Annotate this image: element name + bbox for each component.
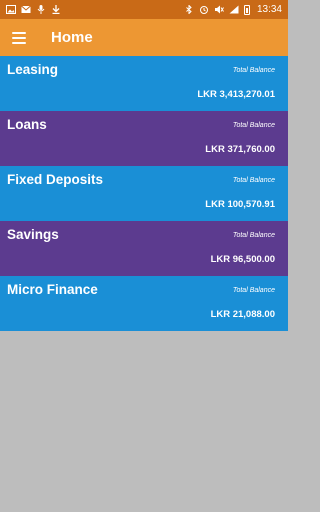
account-name: Fixed Deposits xyxy=(7,172,104,187)
total-balance-caption: Total Balance xyxy=(232,67,275,74)
account-card-micro-finance[interactable]: Micro Finance Total Balance LKR 21,088.0… xyxy=(0,276,288,331)
status-right: 13:34 xyxy=(184,4,282,15)
account-name: Leasing xyxy=(7,62,59,77)
status-bar: 13:34 xyxy=(0,0,288,19)
account-name: Loans xyxy=(7,117,47,132)
account-balance: LKR 3,413,270.01 xyxy=(197,89,275,100)
total-balance-caption: Total Balance xyxy=(232,232,275,239)
status-time: 13:34 xyxy=(256,4,282,15)
battery-icon xyxy=(243,4,250,15)
app-bar: Home xyxy=(0,19,288,56)
account-card-fixed-deposits[interactable]: Fixed Deposits Total Balance LKR 100,570… xyxy=(0,166,288,221)
account-list: Leasing Total Balance LKR 3,413,270.01 L… xyxy=(0,56,288,331)
account-name: Savings xyxy=(7,227,59,242)
account-balance: LKR 371,760.00 xyxy=(205,144,275,155)
account-balance: LKR 21,088.00 xyxy=(210,309,275,320)
status-left xyxy=(6,5,61,14)
account-card-leasing[interactable]: Leasing Total Balance LKR 3,413,270.01 xyxy=(0,56,288,111)
image-icon xyxy=(6,5,16,14)
account-card-loans[interactable]: Loans Total Balance LKR 371,760.00 xyxy=(0,111,288,166)
account-name: Micro Finance xyxy=(7,282,98,297)
mail-icon xyxy=(21,5,31,14)
total-balance-caption: Total Balance xyxy=(232,177,275,184)
total-balance-caption: Total Balance xyxy=(232,287,275,294)
page-title: Home xyxy=(51,29,93,46)
account-balance: LKR 96,500.00 xyxy=(210,254,275,265)
download-icon xyxy=(51,5,61,14)
mute-icon xyxy=(214,5,224,14)
total-balance-caption: Total Balance xyxy=(232,122,275,129)
account-balance: LKR 100,570.91 xyxy=(205,199,275,210)
signal-icon xyxy=(229,5,239,14)
bluetooth-icon xyxy=(184,5,194,14)
microphone-icon xyxy=(36,5,46,14)
alarm-icon xyxy=(199,5,209,14)
hamburger-menu-icon[interactable] xyxy=(12,31,26,44)
account-card-savings[interactable]: Savings Total Balance LKR 96,500.00 xyxy=(0,221,288,276)
